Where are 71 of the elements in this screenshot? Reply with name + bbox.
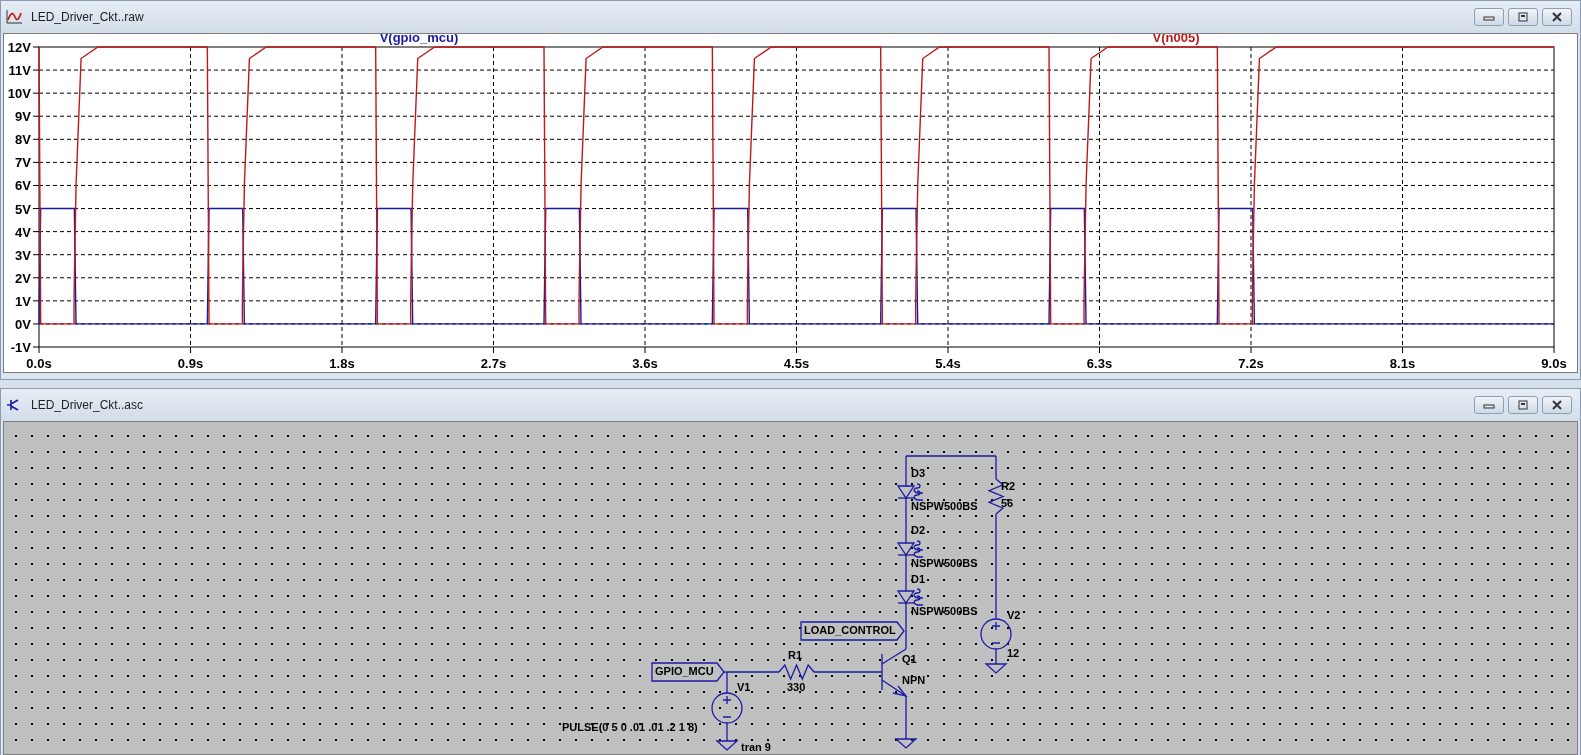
waveform-icon — [5, 9, 23, 25]
axis-tick-label: 9V — [15, 109, 31, 125]
component-value: 330 — [787, 680, 806, 693]
spice-directive: tran 9 — [741, 740, 771, 753]
axis-tick-label: 0.0s — [26, 356, 52, 371]
window-title: LED_Driver_Ckt..asc — [31, 397, 145, 414]
close-icon — [1550, 11, 1564, 23]
axis-tick-label: 8.1s — [1389, 356, 1416, 371]
wire — [905, 695, 907, 740]
axis-tick-label: 6V — [15, 178, 31, 194]
axis-tick-label: 6.3s — [1086, 356, 1113, 371]
maximize-icon — [1516, 399, 1530, 411]
axis-tick-label: 11V — [8, 63, 31, 79]
axis-tick-label: 8V — [15, 132, 31, 148]
axis-tick-label: 9.0s — [1541, 356, 1567, 371]
axis-tick-label: 4.5s — [783, 356, 810, 371]
component-label: R1 — [788, 648, 803, 661]
led-symbol — [896, 588, 924, 606]
axis-tick-label: 3V — [15, 247, 31, 263]
ground-symbol — [894, 738, 918, 749]
component-label: Q1 — [902, 652, 917, 665]
maximize-button[interactable] — [1508, 396, 1538, 414]
voltage-source-symbol — [711, 692, 743, 724]
axis-tick-label: 12V — [7, 40, 31, 55]
close-icon — [1550, 399, 1564, 411]
component-label: D2 — [911, 523, 926, 536]
component-label: D3 — [911, 466, 926, 479]
axis-tick-label: 10V — [7, 86, 31, 102]
component-value: NPN — [902, 673, 926, 686]
maximize-button[interactable] — [1508, 8, 1538, 26]
axis-tick-label: 1V — [15, 293, 31, 309]
axis-tick-label: 7.2s — [1238, 356, 1264, 371]
axis-tick-label: 4V — [15, 224, 31, 240]
ground-symbol — [715, 740, 739, 751]
net-label: LOAD_CONTROL — [800, 621, 905, 641]
component-value: 56 — [1001, 496, 1014, 509]
led-symbol — [896, 540, 924, 558]
component-label: D1 — [911, 572, 926, 585]
wire — [813, 671, 883, 673]
axis-tick-label: 1.8s — [329, 356, 355, 371]
axis-tick-label: 5.4s — [935, 356, 961, 371]
resistor-symbol — [778, 663, 815, 681]
axis-tick-label: 5V — [15, 201, 31, 217]
component-value: NSPW500BS — [911, 604, 978, 617]
component-label: R2 — [1001, 479, 1016, 492]
wire — [905, 497, 907, 544]
minimize-button[interactable] — [1474, 8, 1504, 26]
wire — [995, 648, 997, 665]
close-button[interactable] — [1542, 8, 1572, 26]
axis-tick-label: -1V — [10, 340, 31, 355]
component-value: NSPW500BS — [911, 556, 978, 569]
axis-tick-label: 2V — [15, 270, 31, 286]
wire — [905, 554, 907, 592]
component-label: V1 — [737, 680, 751, 693]
axis-tick-label: 2.7s — [480, 356, 507, 371]
axis-tick-label: 7V — [15, 155, 31, 171]
led-symbol — [896, 483, 924, 501]
axis-tick-label: 0.9s — [177, 356, 204, 371]
net-label: GPIO_MCU — [651, 662, 725, 682]
wire — [905, 602, 907, 650]
close-button[interactable] — [1542, 396, 1572, 414]
axis-tick-label: 0V — [15, 316, 31, 332]
component-value: 12 — [1007, 646, 1020, 659]
minimize-button[interactable] — [1474, 396, 1504, 414]
wire — [726, 722, 728, 742]
component-value: NSPW500BS — [911, 499, 978, 512]
maximize-icon — [1516, 11, 1530, 23]
window-title: LED_Driver_Ckt..raw — [31, 9, 145, 26]
voltage-source-symbol — [980, 618, 1012, 650]
ground-symbol — [984, 663, 1008, 674]
axis-tick-label: 3.6s — [632, 356, 658, 371]
